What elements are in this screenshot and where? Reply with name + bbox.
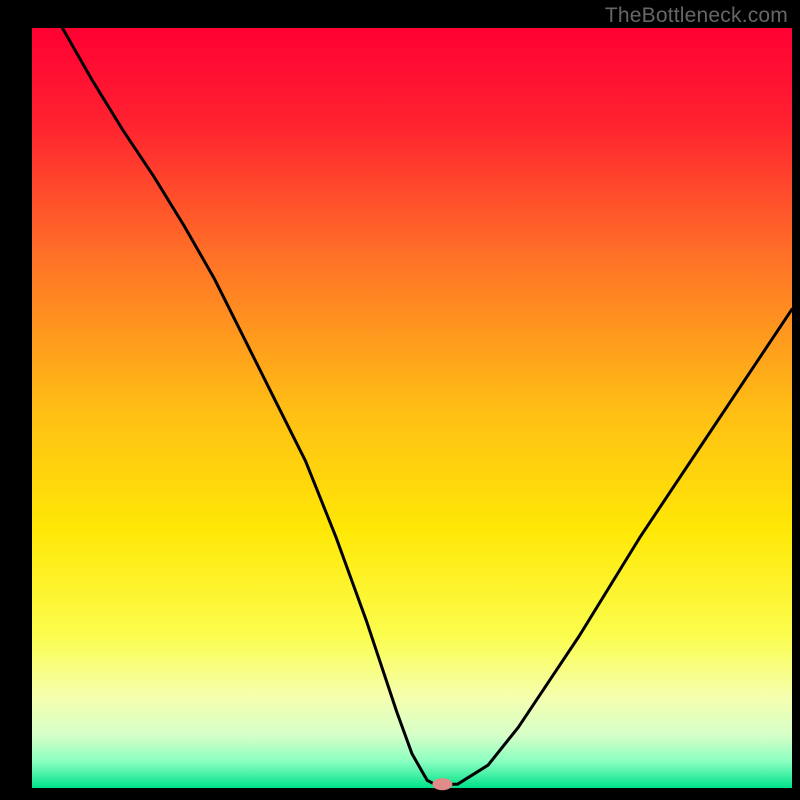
bottleneck-chart xyxy=(0,0,800,800)
min-marker xyxy=(432,778,452,790)
chart-stage: TheBottleneck.com xyxy=(0,0,800,800)
watermark-label: TheBottleneck.com xyxy=(605,4,788,28)
plot-background xyxy=(32,28,792,788)
